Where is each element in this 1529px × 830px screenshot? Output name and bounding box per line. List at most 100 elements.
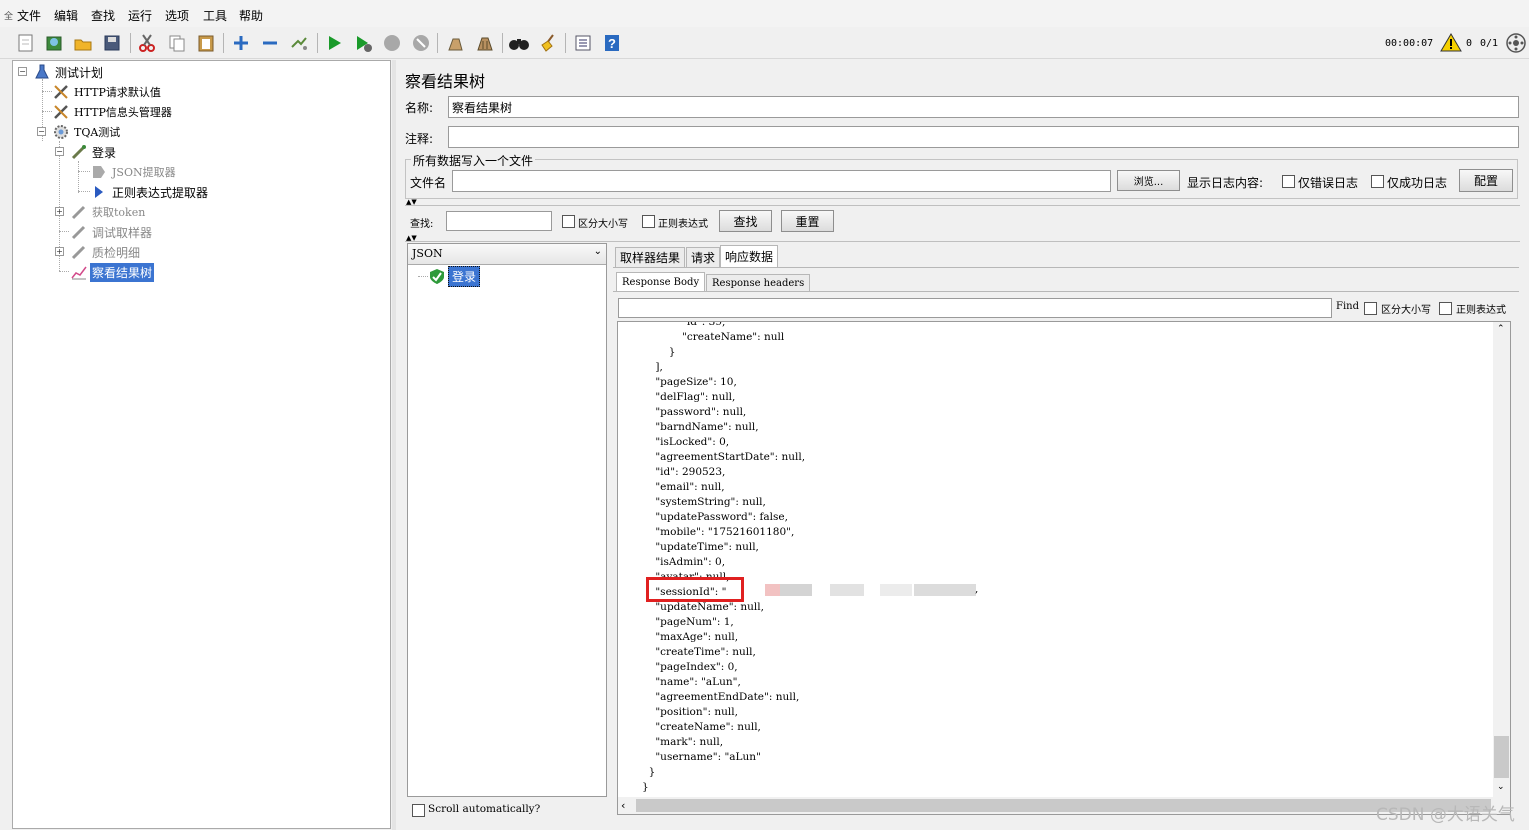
response-body-viewer[interactable]: "id": 39, "createName": null } ], "pageS… <box>617 321 1511 815</box>
tree-item-json-extractor[interactable]: JSON提取器 <box>90 162 178 182</box>
start-icon[interactable] <box>322 31 346 55</box>
templates-icon[interactable] <box>42 31 66 55</box>
tab-request[interactable]: 请求 <box>686 247 721 267</box>
tree-item-view-results-tree[interactable]: 察看结果树 <box>70 262 155 282</box>
tree-item-header-manager[interactable]: HTTP信息头管理器 <box>52 102 174 122</box>
tree-item-http-defaults[interactable]: HTTP请求默认值 <box>52 82 163 102</box>
menu-edit[interactable]: 编辑 <box>54 7 78 24</box>
collapse-toggle[interactable]: − <box>55 147 64 156</box>
tab-baseline <box>613 267 1519 268</box>
flask-icon <box>33 63 51 81</box>
tree-item-get-token[interactable]: 获取token <box>70 202 147 222</box>
json-line: "email": null, <box>642 481 725 493</box>
collapse-minus-icon[interactable] <box>258 31 282 55</box>
expand-plus-icon[interactable] <box>229 31 253 55</box>
menu-search[interactable]: 查找 <box>91 7 115 24</box>
redacted-value <box>780 584 812 596</box>
search-case-checkbox[interactable] <box>562 215 575 228</box>
horizontal-scroll-thumb[interactable] <box>636 799 1491 812</box>
tree-connector <box>78 161 79 193</box>
redacted-value <box>914 584 976 596</box>
paste-icon[interactable] <box>194 31 218 55</box>
json-line: "isAdmin": 0, <box>642 556 726 568</box>
errors-only-checkbox[interactable] <box>1282 175 1295 188</box>
menu-run[interactable]: 运行 <box>128 7 152 24</box>
svg-text:?: ? <box>608 36 616 51</box>
log-content-label: 显示日志内容: <box>1187 176 1264 190</box>
open-folder-icon[interactable] <box>71 31 95 55</box>
collapse-toggle[interactable]: − <box>18 67 27 76</box>
tab-sampler-result[interactable]: 取样器结果 <box>615 247 686 267</box>
pipette-icon <box>70 243 88 261</box>
function-helper-icon[interactable] <box>571 31 595 55</box>
find-button[interactable]: 查找 <box>719 210 772 232</box>
tab-response-data[interactable]: 响应数据 <box>720 245 779 267</box>
subtab-response-headers[interactable]: Response headers <box>706 274 811 291</box>
copy-icon[interactable] <box>165 31 189 55</box>
expand-toggle[interactable]: + <box>55 247 64 256</box>
json-line: "agreementEndDate": null, <box>642 691 800 703</box>
json-line: "updatePassword": false, <box>642 511 788 523</box>
expand-toggle[interactable]: + <box>55 207 64 216</box>
scroll-auto-checkbox[interactable] <box>412 804 425 817</box>
tree-item-login[interactable]: 登录 <box>70 142 118 162</box>
tree-item-debug-sampler[interactable]: 调试取样器 <box>70 222 154 242</box>
json-line: "id": 39, <box>642 321 726 328</box>
browse-button[interactable]: 浏览... <box>1117 170 1180 191</box>
pane-splitter[interactable] <box>392 60 396 830</box>
menu-help[interactable]: 帮助 <box>239 7 263 24</box>
configure-button[interactable]: 配置 <box>1459 169 1513 192</box>
tree-item-thread-group[interactable]: TQA测试 <box>52 122 122 142</box>
extractor-icon <box>90 163 108 181</box>
stop-icon[interactable] <box>380 31 404 55</box>
search-input[interactable] <box>446 211 552 231</box>
find-case-checkbox[interactable] <box>1364 302 1377 315</box>
save-icon[interactable] <box>100 31 124 55</box>
comment-field[interactable] <box>448 126 1519 148</box>
json-line: } <box>642 781 649 793</box>
find-input[interactable] <box>618 298 1332 318</box>
search-regex-label: 正则表达式 <box>658 219 708 230</box>
json-comma: , <box>975 583 979 595</box>
result-item-login[interactable]: 登录 <box>448 266 481 287</box>
tree-item-test-plan[interactable]: 测试计划 <box>33 62 105 82</box>
cut-icon[interactable] <box>135 31 159 55</box>
scroll-down-icon[interactable]: ⌄ <box>1497 782 1505 792</box>
renderer-select[interactable]: JSON ⌄ <box>408 244 606 265</box>
clear-all-icon[interactable] <box>473 31 497 55</box>
tree-item-regex-extractor[interactable]: 正则表达式提取器 <box>90 182 210 202</box>
binoculars-icon[interactable] <box>507 31 531 55</box>
json-line: "position": null, <box>642 706 738 718</box>
search-regex-checkbox[interactable] <box>642 215 655 228</box>
find-regex-checkbox[interactable] <box>1439 302 1452 315</box>
session-id-highlight <box>646 577 744 602</box>
scroll-up-icon[interactable]: ⌃ <box>1497 324 1505 334</box>
toggle-icon[interactable] <box>287 31 311 55</box>
clear-icon[interactable] <box>443 31 467 55</box>
tree-item-quality-detail[interactable]: 质检明细 <box>70 242 142 262</box>
filename-field[interactable] <box>452 170 1111 192</box>
warning-icon[interactable] <box>1440 32 1462 55</box>
start-no-pause-icon[interactable] <box>351 31 375 55</box>
json-line: "mark": null, <box>642 736 724 748</box>
shutdown-icon[interactable] <box>409 31 433 55</box>
pipette-icon <box>70 143 88 161</box>
menu-file[interactable]: 文件 <box>17 7 41 24</box>
scroll-left-icon[interactable]: ‹ <box>621 799 625 812</box>
reset-button[interactable]: 重置 <box>781 210 834 232</box>
json-line: } <box>642 346 676 358</box>
name-field[interactable]: 察看结果树 <box>448 96 1519 118</box>
collapse-toggle[interactable]: − <box>37 127 46 136</box>
subtab-response-body[interactable]: Response Body <box>616 272 706 291</box>
vertical-scrollbar[interactable] <box>1493 322 1510 798</box>
success-only-checkbox[interactable] <box>1371 175 1384 188</box>
new-file-icon[interactable] <box>14 31 38 55</box>
json-line: "barndName": null, <box>642 421 759 433</box>
menu-options[interactable]: 选项 <box>165 7 189 24</box>
toolbar-separator <box>437 33 438 53</box>
json-line: "agreementStartDate": null, <box>642 451 806 463</box>
vertical-scroll-thumb[interactable] <box>1494 736 1509 778</box>
menu-tools[interactable]: 工具 <box>203 7 227 24</box>
broom-icon[interactable] <box>536 31 560 55</box>
help-icon[interactable]: ? <box>600 31 624 55</box>
